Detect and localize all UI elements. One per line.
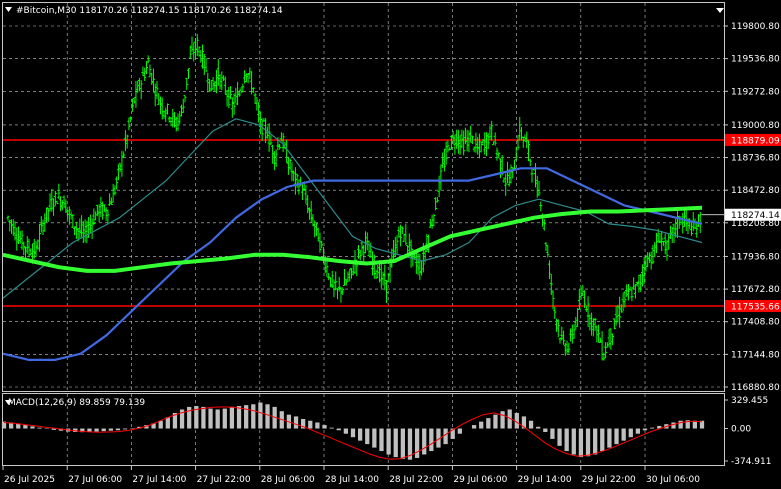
x-tick-label: 29 Jul 06:00 [453, 475, 507, 485]
y-tick-label: 119536.80 [731, 55, 780, 65]
x-tick-label: 28 Jul 14:00 [325, 475, 379, 485]
y-tick-label: 116880.80 [731, 383, 780, 393]
x-tick-label: 29 Jul 14:00 [518, 475, 572, 485]
indicator-label: MACD(12,26,9) 89.859 79.139 [8, 398, 145, 408]
price-level-tag-label: 117535.66 [731, 303, 780, 313]
y-tick-label: 117144.80 [731, 350, 780, 360]
grid-lines [3, 3, 724, 465]
y-tick-label: 119000.80 [731, 121, 780, 131]
x-tick-label: 28 Jul 22:00 [389, 475, 443, 485]
x-tick-label: 26 Jul 2025 [4, 475, 55, 485]
y-tick-label: 117936.80 [731, 252, 780, 262]
x-tick-label: 27 Jul 06:00 [68, 475, 122, 485]
y-tick-label: 118472.80 [731, 186, 780, 196]
main-chart-frame [2, 2, 725, 392]
moving-averages [2, 118, 703, 361]
x-tick-label: 30 Jul 06:00 [646, 475, 700, 485]
macd-series [1, 402, 705, 460]
menu-triangle-icon[interactable] [5, 7, 12, 12]
y-tick-label: 119800.80 [731, 22, 780, 32]
x-tick-label: 28 Jul 06:00 [261, 475, 315, 485]
current-price-label: 118274.14 [731, 211, 780, 221]
macd-tick-label: 0.00 [731, 425, 751, 435]
x-tick-label: 27 Jul 14:00 [132, 475, 186, 485]
price-chart[interactable]: 119800.80 119536.80 119272.80 119000.80 1187… [0, 0, 781, 489]
y-tick-label: 119272.80 [731, 87, 780, 97]
x-tick-label: 27 Jul 22:00 [197, 475, 251, 485]
time-axis: 26 Jul 2025 27 Jul 06:00 27 Jul 14:00 27 Ju… [2, 466, 700, 485]
price-level-tag-label: 118879.09 [731, 136, 780, 146]
macd-tick-label: 329.455 [731, 396, 768, 406]
macd-axis: 329.455 0.00 -374.911 [724, 396, 771, 467]
y-tick-label: 117408.80 [731, 318, 780, 328]
macd-tick-label: -374.911 [731, 457, 771, 467]
price-axis: 119800.80 119536.80 119272.80 119000.80 1187… [724, 22, 780, 393]
scroll-down-icon[interactable] [716, 8, 724, 13]
y-tick-label: 117672.80 [731, 285, 780, 295]
chart-title: #Bitcoin,M30 118170.26 118274.15 118170.… [16, 6, 283, 16]
x-tick-label: 29 Jul 22:00 [582, 475, 636, 485]
price-series [6, 33, 702, 361]
y-tick-label: 118736.80 [731, 154, 780, 164]
